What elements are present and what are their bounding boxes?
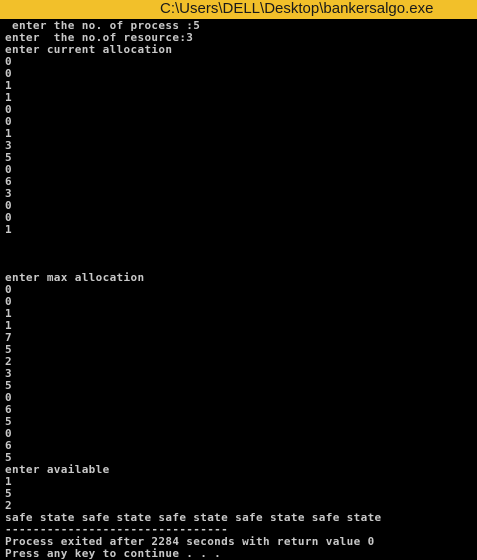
console-line: 5 xyxy=(5,415,12,428)
console-line: 0 xyxy=(5,103,12,116)
console-line: 0 xyxy=(5,211,12,224)
console-line: 0 xyxy=(5,391,12,404)
console-line: 3 xyxy=(5,367,12,380)
console-line: 0 xyxy=(5,427,12,440)
console-line: enter max allocation xyxy=(5,271,145,284)
console-line: 3 xyxy=(5,139,12,152)
console-line: 2 xyxy=(5,355,12,368)
console-line: 6 xyxy=(5,403,12,416)
console-line: 3 xyxy=(5,187,12,200)
console-line: 1 xyxy=(5,79,12,92)
console-line: 1 xyxy=(5,223,12,236)
console-line: 1 xyxy=(5,319,12,332)
console-line: enter available xyxy=(5,463,110,476)
console-line: 5 xyxy=(5,343,12,356)
console-line: 0 xyxy=(5,67,12,80)
console-line: 7 xyxy=(5,331,12,344)
console-line: 1 xyxy=(5,475,12,488)
console-line: 0 xyxy=(5,115,12,128)
console-line: Press any key to continue . . . xyxy=(5,547,222,560)
console-line: 6 xyxy=(5,175,12,188)
console-line: 0 xyxy=(5,199,12,212)
console-line: enter current allocation xyxy=(5,43,173,56)
console-line: 1 xyxy=(5,307,12,320)
console-line: 5 xyxy=(5,379,12,392)
console-line: 0 xyxy=(5,163,12,176)
title-bar[interactable]: C:\Users\DELL\Desktop\bankersalgo.exe xyxy=(0,0,477,19)
console-line: 1 xyxy=(5,127,12,140)
console-line: 5 xyxy=(5,487,12,500)
console-line: 1 xyxy=(5,91,12,104)
console-line: 6 xyxy=(5,439,12,452)
console-line: 0 xyxy=(5,55,12,68)
console-line: 0 xyxy=(5,295,12,308)
console-line: 5 xyxy=(5,151,12,164)
console-line: 0 xyxy=(5,283,12,296)
console-output[interactable]: enter the no. of process :5 enter the no.… xyxy=(0,19,477,560)
console-window: C:\Users\DELL\Desktop\bankersalgo.exe en… xyxy=(0,0,477,560)
window-title: C:\Users\DELL\Desktop\bankersalgo.exe xyxy=(160,0,434,17)
